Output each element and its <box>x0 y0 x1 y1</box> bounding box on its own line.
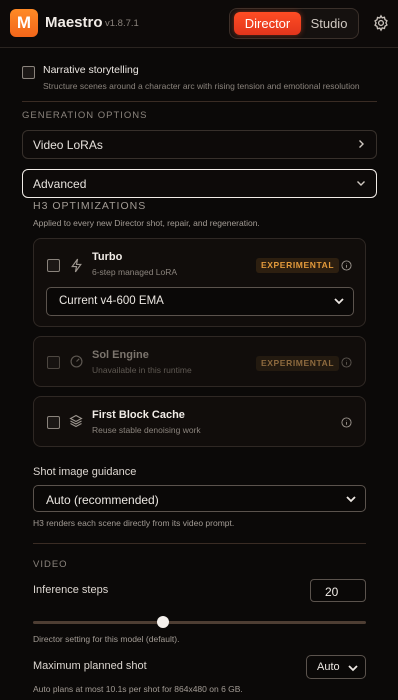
inference-steps-label: Inference steps <box>33 584 109 596</box>
maximum-planned-shot-value: Auto <box>317 661 340 673</box>
shot-image-guidance-select[interactable]: Auto (recommended) <box>33 485 366 512</box>
video-heading: VIDEO <box>33 559 68 570</box>
mode-switch: Director Studio <box>229 8 359 39</box>
first-block-cache-title: First Block Cache <box>92 409 185 421</box>
sol-engine-description: Unavailable in this runtime <box>92 365 192 375</box>
first-block-cache-description: Reuse stable denoising work <box>92 425 201 435</box>
turbo-lora-select-value: Current v4-600 EMA <box>59 295 164 307</box>
app-name: Maestro <box>45 14 103 31</box>
h3-subtitle: Applied to every new Director shot, repa… <box>33 218 260 228</box>
app-version: v1.8.7.1 <box>105 18 139 29</box>
experimental-badge: EXPERIMENTAL <box>256 258 340 273</box>
gear-icon[interactable] <box>372 14 390 32</box>
maximum-planned-shot-select[interactable]: Auto <box>306 655 366 679</box>
narrative-title: Narrative storytelling <box>43 64 139 76</box>
h3-heading: H3 OPTIMIZATIONS <box>33 200 147 212</box>
layers-icon <box>69 414 83 428</box>
info-icon[interactable] <box>341 260 352 271</box>
inference-steps-slider-track[interactable] <box>33 621 366 624</box>
turbo-card: Turbo 6-step managed LoRA EXPERIMENTAL C… <box>33 238 366 327</box>
chevron-down-icon <box>357 181 365 186</box>
shot-image-guidance-label: Shot image guidance <box>33 466 137 478</box>
turbo-lora-select[interactable]: Current v4-600 EMA <box>46 287 354 316</box>
video-loras-label: Video LoRAs <box>33 138 103 152</box>
maximum-planned-shot-label: Maximum planned shot <box>33 660 147 672</box>
sol-engine-card: Sol Engine Unavailable in this runtime E… <box>33 336 366 387</box>
sol-engine-title: Sol Engine <box>92 349 149 361</box>
sol-engine-checkbox[interactable] <box>47 356 60 369</box>
mode-studio-button[interactable]: Studio <box>303 12 355 35</box>
first-block-cache-checkbox[interactable] <box>47 416 60 429</box>
video-loras-button[interactable]: Video LoRAs <box>22 130 377 159</box>
turbo-checkbox[interactable] <box>47 259 60 272</box>
app-logo: M <box>10 9 38 37</box>
bolt-icon <box>71 258 82 273</box>
first-block-cache-card: First Block Cache Reuse stable denoising… <box>33 396 366 447</box>
shot-image-guidance-help: H3 renders each scene directly from its … <box>33 518 235 528</box>
app-header: M Maestro v1.8.7.1 Director Studio <box>0 0 398 48</box>
narrative-checkbox[interactable] <box>22 66 35 79</box>
experimental-badge: EXPERIMENTAL <box>256 356 340 371</box>
inference-steps-input[interactable]: 20 <box>310 579 366 602</box>
section-divider <box>22 101 377 102</box>
maximum-planned-shot-help: Auto plans at most 10.1s per shot for 86… <box>33 684 243 694</box>
chevron-down-icon <box>346 496 356 503</box>
chevron-down-icon <box>348 665 358 672</box>
advanced-toggle[interactable]: Advanced <box>22 169 377 198</box>
gauge-icon <box>70 355 83 368</box>
advanced-label: Advanced <box>33 177 87 191</box>
section-divider <box>33 543 366 544</box>
turbo-description: 6-step managed LoRA <box>92 267 178 277</box>
chevron-down-icon <box>334 298 344 305</box>
info-icon[interactable] <box>341 417 352 428</box>
narrative-description: Structure scenes around a character arc … <box>43 81 360 91</box>
mode-director-button[interactable]: Director <box>234 12 301 35</box>
generation-options-heading: GENERATION OPTIONS <box>22 110 148 121</box>
chevron-right-icon <box>359 140 364 148</box>
shot-image-guidance-value: Auto (recommended) <box>46 493 159 507</box>
info-icon[interactable] <box>341 357 352 368</box>
inference-steps-value: 20 <box>325 585 339 599</box>
inference-steps-slider-handle[interactable] <box>156 616 169 628</box>
inference-steps-help: Director setting for this model (default… <box>33 634 180 644</box>
turbo-title: Turbo <box>92 251 123 263</box>
